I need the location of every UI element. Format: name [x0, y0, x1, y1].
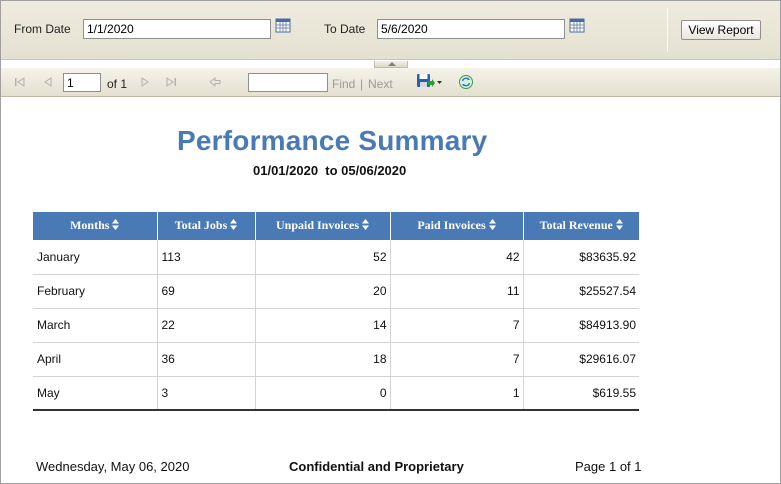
to-date-label: To Date: [324, 22, 366, 36]
view-report-button[interactable]: View Report: [681, 20, 761, 40]
footer-page-number: Page 1 of 1: [575, 459, 642, 474]
unpaid-invoices-cell: 0: [255, 376, 391, 411]
total-revenue-cell: $619.55: [523, 376, 639, 411]
paid-invoices-cell: 1: [390, 376, 524, 411]
total-revenue-cell: $29616.07: [523, 342, 639, 377]
table-row: April 36 18 7 $29616.07: [33, 342, 639, 377]
unpaid-invoices-cell: 52: [255, 240, 391, 275]
first-page-icon[interactable]: [13, 75, 27, 89]
unpaid-invoices-cell: 14: [255, 308, 391, 343]
find-link[interactable]: Find: [332, 77, 355, 91]
sort-icon[interactable]: [362, 219, 370, 234]
next-page-icon[interactable]: [138, 75, 152, 89]
page-count-label: of 1: [107, 77, 128, 91]
footer-confidential: Confidential and Proprietary: [289, 459, 464, 474]
month-cell: March: [33, 308, 158, 343]
collapse-parameters-handle[interactable]: [374, 61, 408, 68]
column-header-unpaid-invoices[interactable]: Unpaid Invoices: [255, 212, 391, 240]
report-date-range: 01/01/2020 to 05/06/2020: [253, 163, 407, 178]
refresh-icon[interactable]: [458, 74, 474, 90]
parameter-separator: [667, 8, 668, 52]
paid-invoices-cell: 7: [390, 308, 524, 343]
parameter-area: From Date To Date View Report: [1, 1, 780, 60]
paid-invoices-cell: 42: [390, 240, 524, 275]
total-jobs-cell: 36: [157, 342, 256, 377]
report-toolbar: of 1 Find | Next: [1, 68, 780, 97]
previous-page-icon[interactable]: [41, 75, 55, 89]
total-jobs-cell: 3: [157, 376, 256, 411]
column-header-label: Months: [70, 218, 110, 232]
performance-table: Months Total Jobs Unpaid Invoices Paid I…: [33, 212, 639, 411]
table-header-row: Months Total Jobs Unpaid Invoices Paid I…: [33, 212, 639, 240]
paid-invoices-cell: 7: [390, 342, 524, 377]
back-to-parent-icon[interactable]: [208, 75, 222, 89]
month-cell: May: [33, 376, 158, 411]
column-header-total-revenue[interactable]: Total Revenue: [523, 212, 639, 240]
column-header-total-jobs[interactable]: Total Jobs: [157, 212, 256, 240]
find-separator: |: [360, 77, 364, 91]
from-date-label: From Date: [14, 22, 71, 36]
total-jobs-cell: 22: [157, 308, 256, 343]
month-cell: April: [33, 342, 158, 377]
month-cell: January: [33, 240, 158, 275]
total-revenue-cell: $83635.92: [523, 240, 639, 275]
column-header-label: Unpaid Invoices: [275, 218, 360, 232]
save-export-icon[interactable]: [416, 73, 444, 87]
sort-icon[interactable]: [112, 219, 120, 234]
total-revenue-cell: $25527.54: [523, 274, 639, 309]
footer-date: Wednesday, May 06, 2020: [36, 459, 190, 474]
table-row: February 69 20 11 $25527.54: [33, 274, 639, 309]
total-revenue-cell: $84913.90: [523, 308, 639, 343]
to-date-input[interactable]: [377, 19, 565, 39]
column-header-label: Total Revenue: [539, 218, 613, 232]
sort-icon[interactable]: [230, 219, 238, 234]
report-viewer: From Date To Date View Report of 1: [0, 0, 781, 484]
table-row: May 3 0 1 $619.55: [33, 376, 639, 411]
table-row: March 22 14 7 $84913.90: [33, 308, 639, 343]
total-jobs-cell: 113: [157, 240, 256, 275]
column-header-label: Paid Invoices: [417, 218, 486, 232]
find-text-input[interactable]: [248, 73, 328, 92]
month-cell: February: [33, 274, 158, 309]
report-body: Performance Summary 01/01/2020 to 05/06/…: [1, 98, 780, 483]
total-jobs-cell: 69: [157, 274, 256, 309]
calendar-icon[interactable]: [275, 17, 291, 33]
find-next-link[interactable]: Next: [368, 77, 393, 91]
table-row: January 113 52 42 $83635.92: [33, 240, 639, 275]
calendar-icon[interactable]: [569, 17, 585, 33]
column-header-label: Total Jobs: [174, 218, 228, 232]
paid-invoices-cell: 11: [390, 274, 524, 309]
sort-icon[interactable]: [615, 219, 623, 234]
from-date-input[interactable]: [83, 19, 271, 39]
unpaid-invoices-cell: 18: [255, 342, 391, 377]
page-number-input[interactable]: [63, 73, 101, 92]
unpaid-invoices-cell: 20: [255, 274, 391, 309]
column-header-paid-invoices[interactable]: Paid Invoices: [390, 212, 524, 240]
report-title: Performance Summary: [177, 125, 488, 156]
sort-icon[interactable]: [488, 219, 496, 234]
last-page-icon[interactable]: [164, 75, 178, 89]
column-header-months[interactable]: Months: [33, 212, 158, 240]
